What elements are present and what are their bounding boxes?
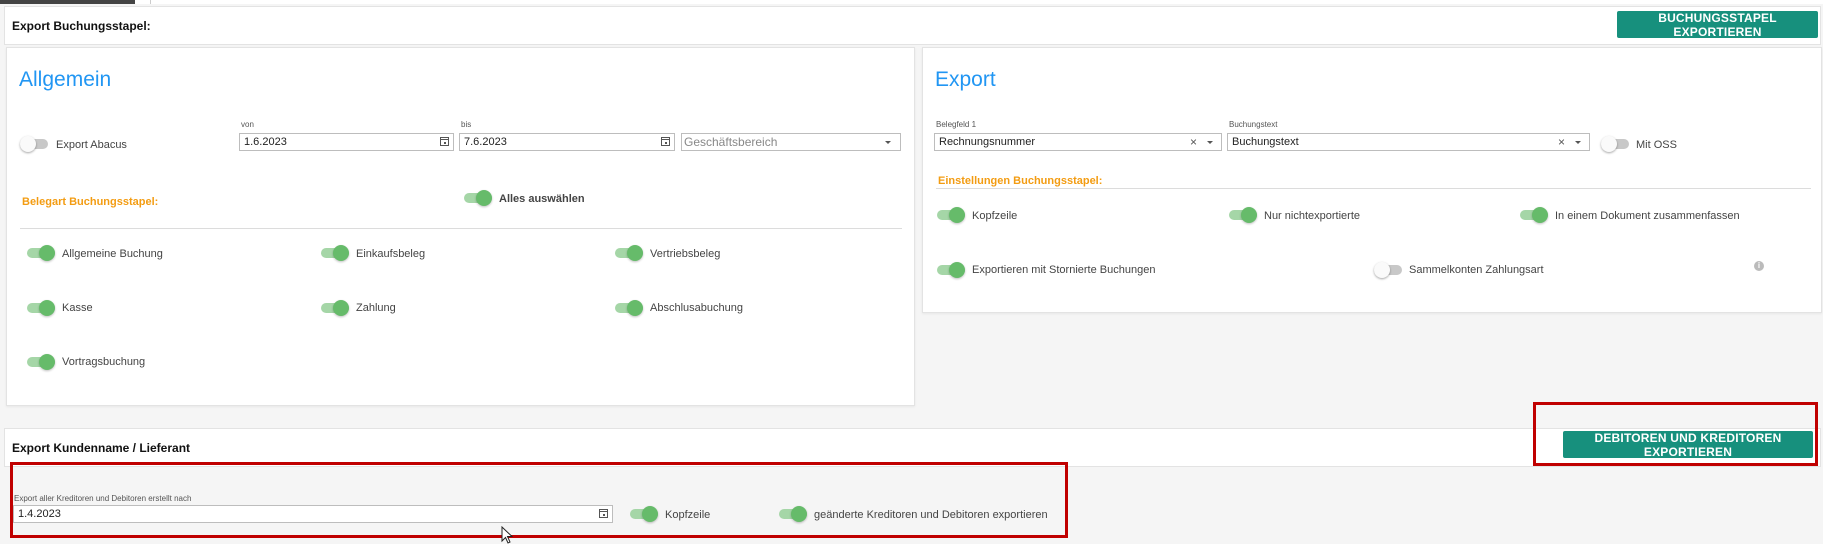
zusammenfassen-toggle[interactable] [1520,207,1548,223]
vortragsbuchung-toggle[interactable] [27,354,55,370]
bis-label: bis [461,120,472,129]
allgemeine-buchung-toggle[interactable] [27,245,55,261]
mouse-cursor-icon [501,526,514,544]
vertriebsbeleg-toggle[interactable] [615,245,643,261]
kopfzeile-toggle[interactable] [937,207,965,223]
vortragsbuchung-label: Vortragsbuchung [62,356,146,368]
buchungsstapel-title: Export Buchungsstapel: [12,19,151,33]
mit-oss-label: Mit OSS [1636,139,1677,151]
tab-active-indicator[interactable] [0,0,135,4]
buchungsstapel-export-button[interactable]: BUCHUNGSSTAPEL EXPORTIEREN [1617,11,1818,39]
einkaufsbeleg-toggle[interactable] [321,245,349,261]
kopfzeile-label: Kopfzeile [972,210,1018,222]
von-label: von [241,120,254,129]
allgemein-card [6,47,915,406]
zusammenfassen-label: In einem Dokument zusammenfassen [1555,210,1740,222]
belegart-divider [20,228,902,229]
calendar-icon[interactable] [661,137,670,146]
geschaeftsbereich-placeholder: Geschäftsbereich [684,135,778,149]
kasse-label: Kasse [62,302,93,314]
belegfeld-label: Belegfeld 1 [936,120,977,129]
kunden-title: Export Kundenname / Lieferant [12,441,191,455]
zahlung-label: Zahlung [356,302,396,314]
mit-oss-toggle[interactable] [1601,136,1629,152]
alles-auswaehlen-label: Alles auswählen [499,193,585,205]
belegfeld-value: Rechnungsnummer [939,136,1035,148]
buchungstext-select[interactable]: Buchungstext × [1227,133,1590,151]
sammelkonten-toggle[interactable] [1374,262,1402,278]
stornierte-buchungen-toggle[interactable] [937,262,965,278]
stornierte-buchungen-label: Exportieren mit Stornierte Buchungen [972,264,1156,276]
einstellungen-divider [936,188,1811,189]
sammelkonten-label: Sammelkonten Zahlungsart [1409,264,1544,276]
belegart-section-title: Belegart Buchungsstapel: [22,196,159,208]
allgemeine-buchung-label: Allgemeine Buchung [62,248,163,260]
bis-date-value: 7.6.2023 [464,136,507,148]
allgemein-title: Allgemein [19,68,112,91]
chevron-down-icon[interactable] [1207,141,1213,144]
calendar-icon[interactable] [440,137,449,146]
clear-icon[interactable]: × [1558,136,1565,148]
chevron-down-icon [885,141,891,144]
buchungstext-value: Buchungstext [1232,136,1299,148]
clear-icon[interactable]: × [1190,136,1197,148]
belegfeld-select[interactable]: Rechnungsnummer × [934,133,1222,151]
tab-separator [150,0,151,4]
einstellungen-section-title: Einstellungen Buchungsstapel: [938,175,1103,187]
export-title: Export [935,68,996,91]
nur-nichtexportierte-toggle[interactable] [1229,207,1257,223]
abschlusabuchung-toggle[interactable] [615,300,643,316]
chevron-down-icon[interactable] [1575,141,1581,144]
highlight-box-export-button [1533,402,1818,466]
kasse-toggle[interactable] [27,300,55,316]
export-abacus-label: Export Abacus [56,139,127,151]
zahlung-toggle[interactable] [321,300,349,316]
buchungsstapel-header-bar [4,6,1821,45]
geschaeftsbereich-select[interactable]: Geschäftsbereich [681,133,901,151]
highlight-box-kunden-options [10,462,1068,538]
tab-strip [0,0,1823,4]
alles-auswaehlen-toggle[interactable] [464,190,492,206]
von-date-value: 1.6.2023 [244,136,287,148]
von-date-field[interactable]: 1.6.2023 [239,133,454,151]
export-abacus-toggle[interactable] [20,136,48,152]
abschlusabuchung-label: Abschlusabuchung [650,302,743,314]
info-icon[interactable]: i [1754,261,1764,271]
vertriebsbeleg-label: Vertriebsbeleg [650,248,721,260]
einkaufsbeleg-label: Einkaufsbeleg [356,248,426,260]
nur-nichtexportierte-label: Nur nichtexportierte [1264,210,1360,222]
bis-date-field[interactable]: 7.6.2023 [459,133,675,151]
buchungstext-label: Buchungstext [1229,120,1278,129]
